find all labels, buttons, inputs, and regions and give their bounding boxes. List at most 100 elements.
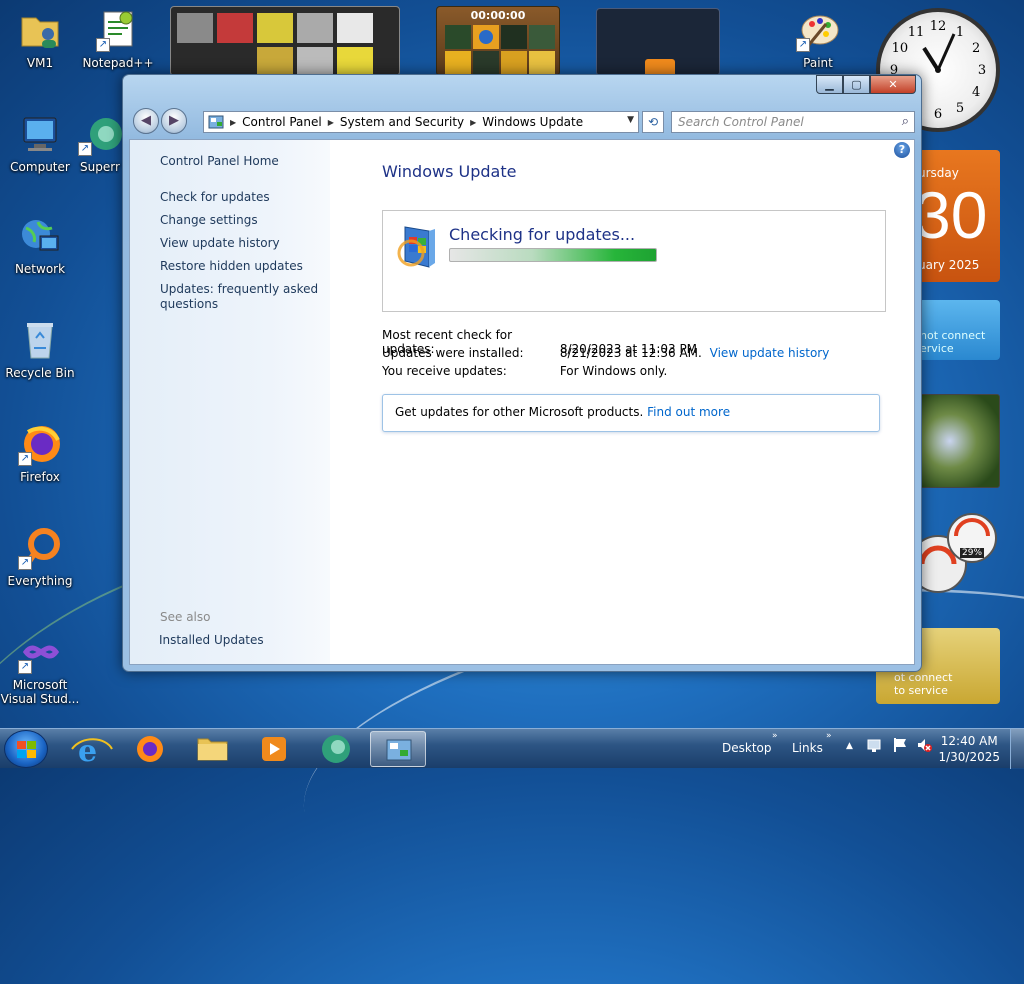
find-out-more-link[interactable]: Find out more bbox=[647, 405, 730, 419]
taskbar-firefox[interactable] bbox=[122, 731, 178, 767]
breadcrumb-control-panel[interactable]: Control Panel bbox=[242, 115, 322, 129]
desktop-icon-computer[interactable]: Computer bbox=[0, 112, 80, 174]
nav-change-settings[interactable]: Change settings bbox=[160, 213, 320, 228]
search-input[interactable]: Search Control Panel ⌕ bbox=[671, 111, 915, 133]
nav-restore-hidden-updates[interactable]: Restore hidden updates bbox=[160, 259, 320, 274]
show-desktop-button[interactable] bbox=[1010, 729, 1024, 769]
windows-logo-icon bbox=[17, 741, 36, 758]
get-updates-banner: Get updates for other Microsoft products… bbox=[382, 394, 880, 432]
recycle-bin-icon bbox=[18, 318, 62, 362]
folder-icon bbox=[197, 738, 228, 761]
desktop-icon-label: Superr bbox=[80, 160, 120, 174]
taskbar-internet-explorer[interactable]: e bbox=[62, 731, 118, 769]
taskbar-media-player[interactable] bbox=[246, 731, 302, 767]
visual-studio-icon: ↗ bbox=[18, 630, 62, 674]
desktop-icon-paint[interactable]: ↗ Paint bbox=[778, 8, 858, 70]
desktop-icon-network[interactable]: Network bbox=[0, 214, 80, 276]
nav-check-for-updates[interactable]: Check for updates bbox=[160, 190, 320, 205]
control-panel-window[interactable]: ▁ ▢ ✕ ◀ ▶ ▶ Control Panel ▶ System and S… bbox=[122, 74, 922, 672]
tray-expand-icon[interactable]: ▲ bbox=[846, 741, 853, 751]
shortcut-arrow-icon: ↗ bbox=[18, 452, 32, 466]
desktop-icon-label: Computer bbox=[10, 160, 70, 174]
start-button[interactable] bbox=[4, 730, 48, 768]
desktop-icon-everything[interactable]: ↗ Everything bbox=[0, 526, 80, 588]
desktop-icon-superr[interactable]: ↗ Superr bbox=[70, 112, 130, 174]
folder-user-icon bbox=[18, 8, 62, 52]
control-panel-icon bbox=[386, 739, 412, 761]
desktop-icon-label: Notepad++ bbox=[82, 56, 154, 70]
shortcut-arrow-icon: ↗ bbox=[96, 38, 110, 52]
weather-status: ot connect to service bbox=[894, 671, 953, 697]
breadcrumb-arrow-icon: ▶ bbox=[327, 117, 334, 127]
back-button[interactable]: ◀ bbox=[133, 108, 159, 134]
info-value: For Windows only. bbox=[559, 364, 668, 378]
page-title: Windows Update bbox=[382, 162, 517, 181]
nav-view-update-history[interactable]: View update history bbox=[160, 236, 320, 251]
desktop-icon-firefox[interactable]: ↗ Firefox bbox=[0, 422, 80, 484]
clock-numeral: 6 bbox=[934, 107, 942, 122]
progress-fill bbox=[450, 249, 656, 261]
close-button[interactable]: ✕ bbox=[870, 75, 916, 94]
info-row-receive: You receive updates: For Windows only. bbox=[382, 364, 667, 378]
flag-icon[interactable] bbox=[892, 737, 908, 756]
address-dropdown-icon[interactable]: ▼ bbox=[627, 115, 634, 125]
action-center-icon[interactable] bbox=[866, 737, 882, 756]
main-pane: ? Windows Update Checking for updates... bbox=[330, 140, 914, 664]
breadcrumb-windows-update[interactable]: Windows Update bbox=[482, 115, 583, 129]
clock-numeral: 4 bbox=[972, 85, 980, 100]
shortcut-arrow-icon: ↗ bbox=[18, 556, 32, 570]
help-icon[interactable]: ? bbox=[894, 142, 910, 158]
left-nav-pane: Control Panel Home Check for updates Cha… bbox=[130, 140, 330, 664]
desktop-icon-recycle-bin[interactable]: Recycle Bin bbox=[0, 318, 80, 380]
nav-installed-updates[interactable]: Installed Updates bbox=[159, 633, 319, 648]
breadcrumb-arrow-icon: ▶ bbox=[230, 117, 237, 127]
picture-puzzle-gadget[interactable]: 00:00:00 bbox=[436, 6, 560, 76]
photo-gadget[interactable] bbox=[916, 394, 1000, 488]
taskbar-explorer[interactable] bbox=[184, 731, 240, 767]
cpu-meter-gadget[interactable]: 29% bbox=[909, 508, 1000, 600]
see-also-heading: See also bbox=[160, 610, 211, 624]
media-player-icon bbox=[262, 737, 286, 761]
nav-control-panel-home[interactable]: Control Panel Home bbox=[160, 154, 320, 169]
calendar-month: uary 2025 bbox=[918, 258, 980, 272]
feed-headlines-gadget[interactable] bbox=[596, 8, 720, 77]
taskbar-superr[interactable] bbox=[308, 731, 364, 767]
desktop-icon-label: Network bbox=[14, 262, 66, 276]
weather-gadget[interactable]: not connect ervice bbox=[916, 300, 1000, 360]
address-bar[interactable]: ▶ Control Panel ▶ System and Security ▶ … bbox=[203, 111, 639, 133]
toolbar-desktop[interactable]: Desktop bbox=[722, 741, 772, 755]
slideshow-gadget[interactable] bbox=[170, 6, 400, 77]
calendar-date: 30 bbox=[916, 178, 988, 252]
calendar-gadget[interactable]: ursday 30 uary 2025 bbox=[916, 150, 1000, 282]
toolbar-chevron-icon[interactable]: » bbox=[826, 731, 832, 741]
desktop-icon-notepadpp[interactable]: ↗ Notepad++ bbox=[78, 8, 158, 70]
view-update-history-link[interactable]: View update history bbox=[710, 346, 830, 360]
control-panel-icon bbox=[208, 114, 224, 130]
toolbar-chevron-icon[interactable]: » bbox=[772, 731, 778, 741]
taskbar-control-panel[interactable] bbox=[370, 731, 426, 767]
search-icon[interactable]: ⌕ bbox=[902, 114, 909, 129]
breadcrumb-arrow-icon: ▶ bbox=[470, 117, 477, 127]
toolbar-links[interactable]: Links bbox=[792, 741, 823, 755]
clock-numeral: 2 bbox=[972, 41, 980, 56]
meter-percent: 29% bbox=[960, 548, 985, 558]
desktop-icon-visual-studio[interactable]: ↗ Microsoft Visual Stud... bbox=[0, 630, 80, 706]
refresh-icon[interactable]: ⟲ bbox=[642, 111, 664, 133]
forward-button[interactable]: ▶ bbox=[161, 108, 187, 134]
info-row-installed: Updates were installed: 8/21/2023 at 12:… bbox=[382, 346, 829, 360]
clock-numeral: 11 bbox=[908, 25, 925, 40]
search-placeholder: Search Control Panel bbox=[678, 115, 804, 129]
nav-updates-faq[interactable]: Updates: frequently asked questions bbox=[160, 282, 320, 312]
network-icon bbox=[18, 214, 62, 258]
system-clock[interactable]: 12:40 AM 1/30/2025 bbox=[938, 733, 1000, 765]
desktop-icon-vm1[interactable]: VM1 bbox=[0, 8, 80, 70]
shortcut-arrow-icon: ↗ bbox=[78, 142, 92, 156]
info-value: 8/21/2023 at 12:36 AM. bbox=[559, 346, 702, 360]
update-status-box: Checking for updates... bbox=[382, 210, 886, 312]
volume-muted-icon[interactable] bbox=[916, 737, 932, 756]
clock-numeral: 3 bbox=[978, 63, 986, 78]
maximize-button[interactable]: ▢ bbox=[843, 75, 870, 94]
clock-numeral: 10 bbox=[892, 41, 909, 56]
minimize-button[interactable]: ▁ bbox=[816, 75, 843, 94]
breadcrumb-system-security[interactable]: System and Security bbox=[340, 115, 464, 129]
